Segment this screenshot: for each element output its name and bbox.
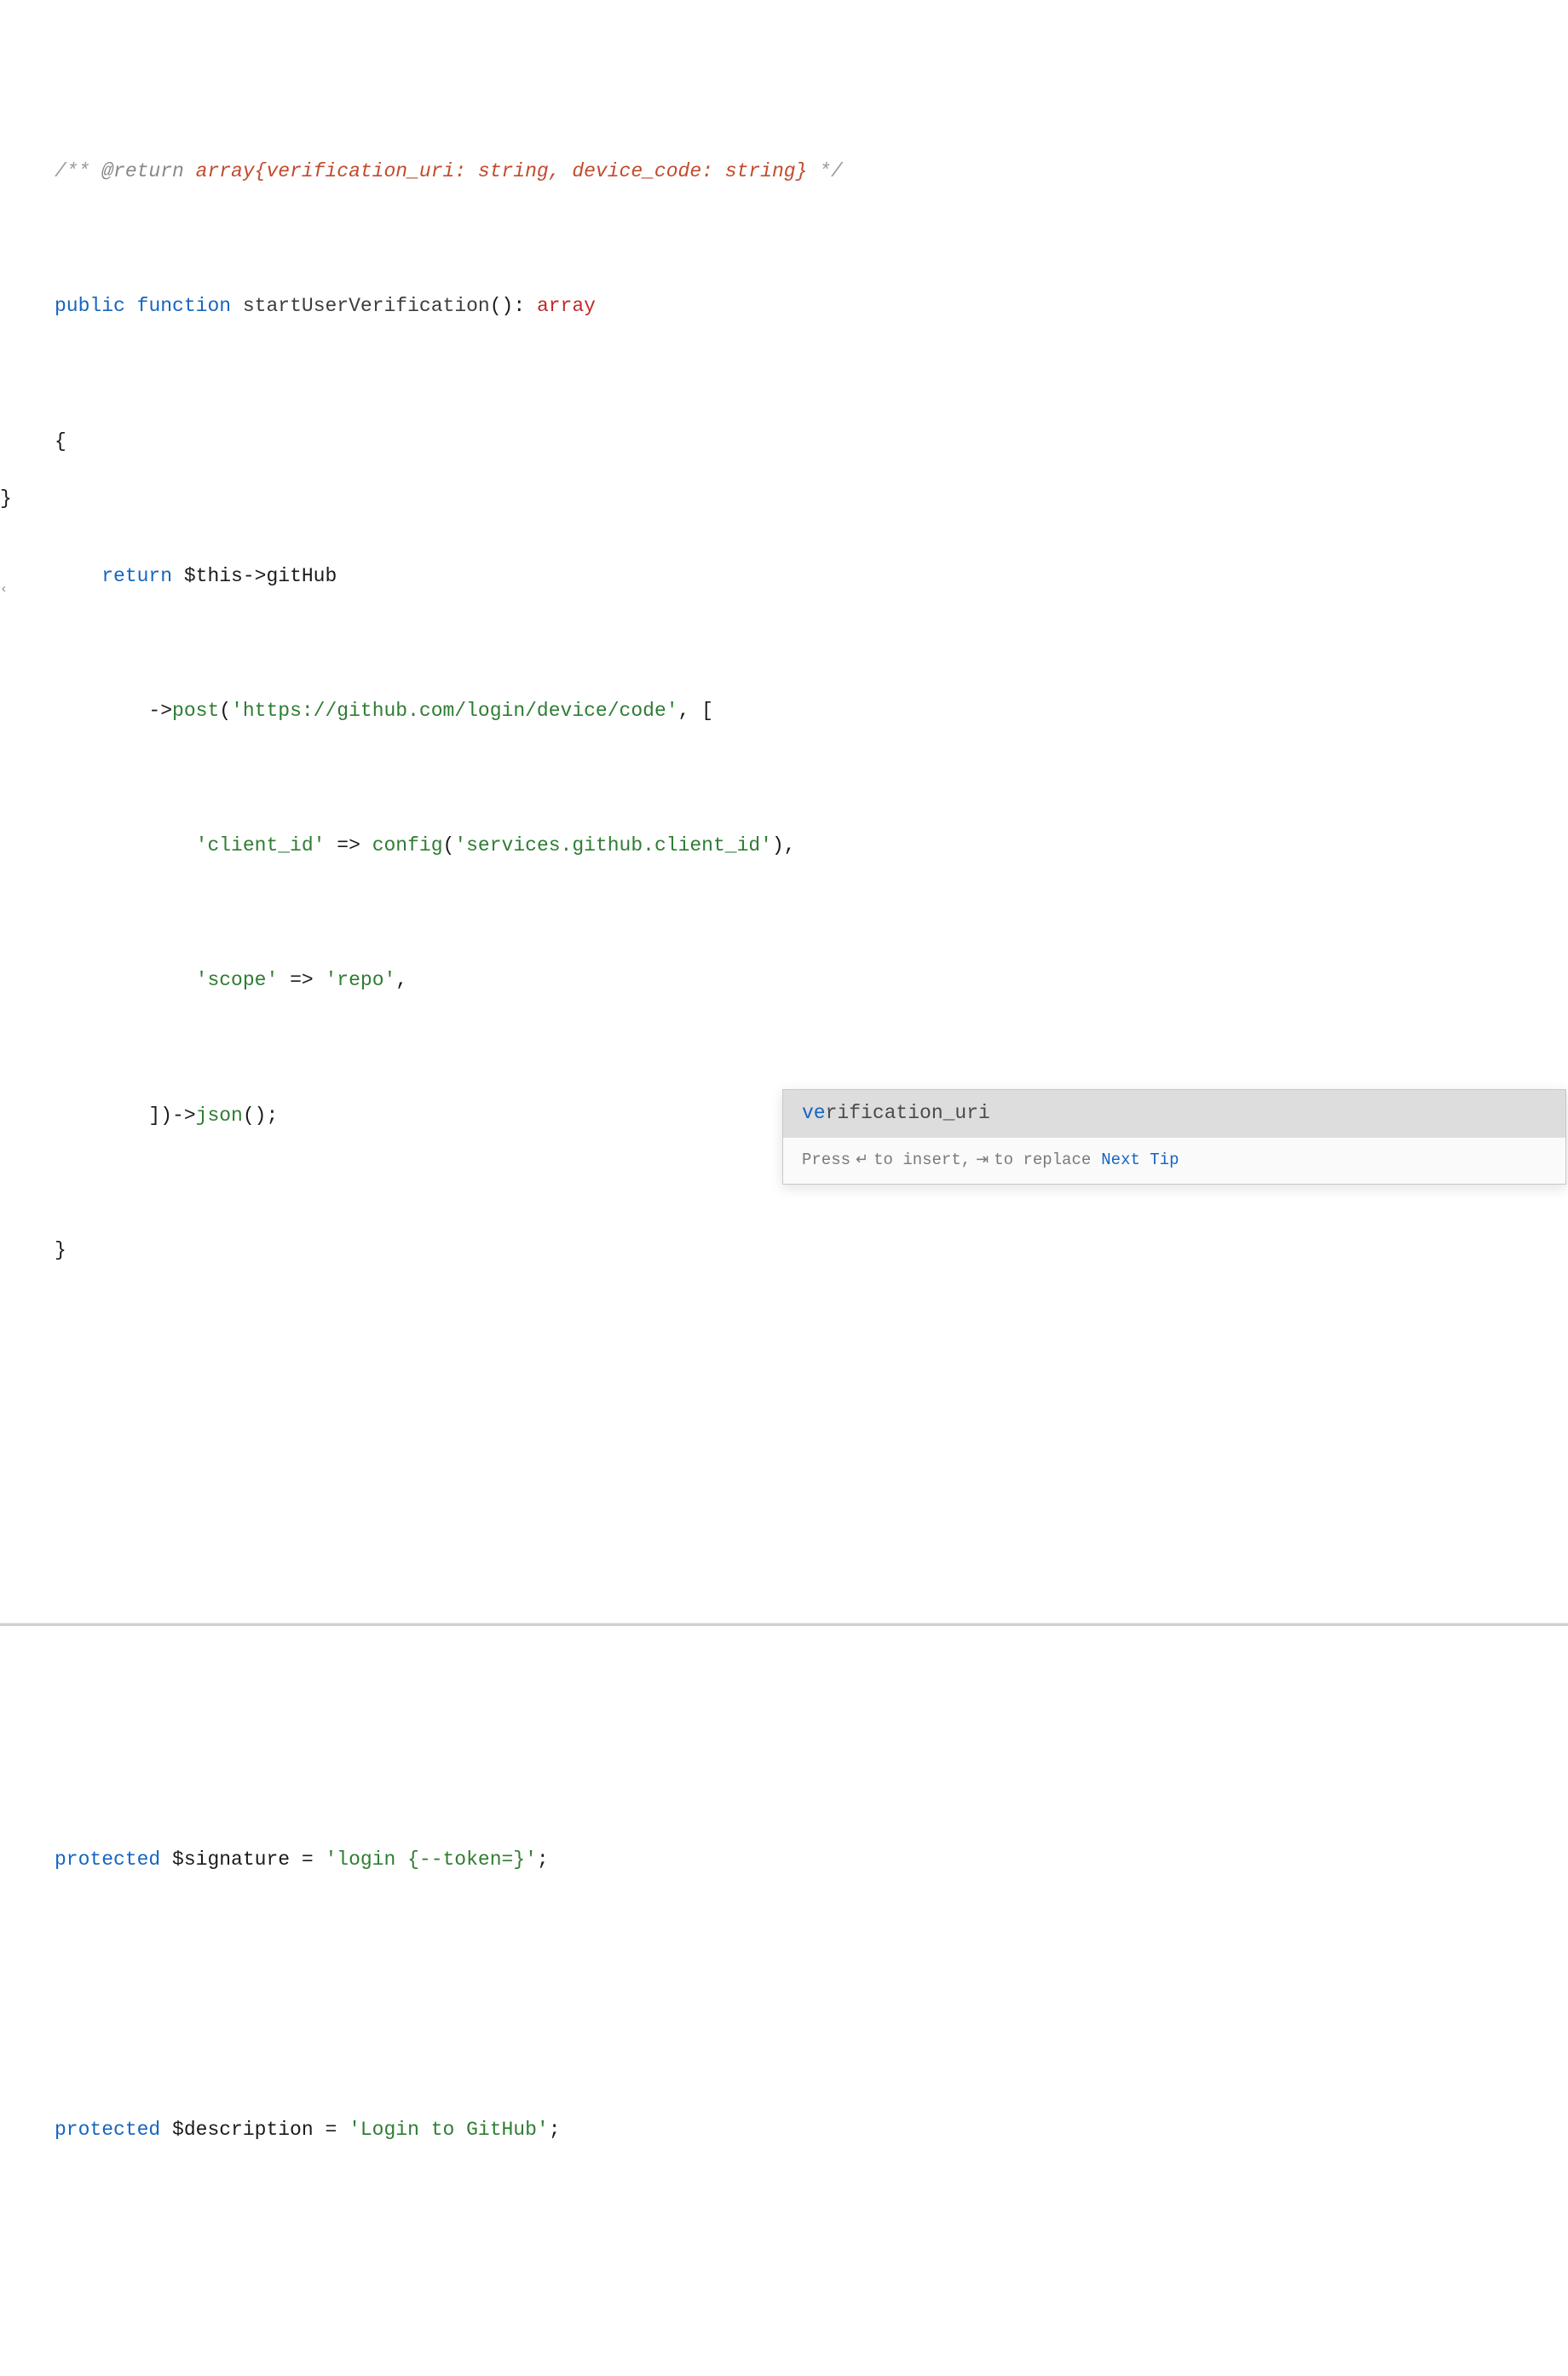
after: , [ [678, 700, 713, 722]
method-call: json [196, 1104, 243, 1127]
string-literal: 'repo' [325, 969, 395, 991]
var: $description = [160, 2119, 349, 2141]
paren: ( [443, 834, 455, 856]
code-line[interactable]: 'scope' => 'repo', [0, 964, 1568, 998]
keyword-protected: protected [55, 1848, 160, 1871]
hint-text: to replace [994, 1146, 1091, 1174]
code-line[interactable]: return $this->gitHub [0, 560, 1568, 594]
array-key: 'scope' [196, 969, 279, 991]
code-line[interactable]: } [0, 1234, 1568, 1268]
paren: ( [219, 700, 231, 722]
semi: ; [537, 1848, 549, 1871]
hint-text: to insert, [873, 1146, 971, 1174]
end: (); [243, 1104, 278, 1127]
return-type: array [537, 295, 596, 317]
next-tip-link[interactable]: Next Tip [1101, 1146, 1179, 1174]
autocomplete-match-prefix: ve [802, 1102, 826, 1124]
code-line[interactable]: protected $description = 'Login to GitHu… [0, 2114, 1568, 2148]
property: gitHub [266, 565, 337, 587]
class-close-brace: } [0, 482, 12, 516]
comma: , [395, 969, 407, 991]
code-line[interactable]: /** @return array{verification_uri: stri… [0, 155, 1568, 189]
arrow: => [325, 834, 372, 856]
hint-text: Press [802, 1146, 850, 1174]
array-key: 'client_id' [196, 834, 326, 856]
string-literal: 'services.github.client_id' [454, 834, 772, 856]
keyword-public: public [55, 295, 125, 317]
autocomplete-item[interactable]: verification_uri [783, 1090, 1565, 1138]
code-editor[interactable]: /** @return array{verification_uri: stri… [0, 0, 1568, 2376]
close: ])-> [148, 1104, 195, 1127]
method-call: post [172, 700, 219, 722]
autocomplete-match-rest: rification_uri [826, 1102, 990, 1124]
brace: { [55, 430, 66, 453]
keyword-return: return [101, 565, 172, 587]
code-line[interactable]: ->post('https://github.com/login/device/… [0, 695, 1568, 729]
code-line[interactable]: { [0, 425, 1568, 459]
autocomplete-popup[interactable]: verification_uri Press ↵ to insert, ⇥ to… [782, 1089, 1566, 1185]
code-line[interactable]: protected $signature = 'login {--token=}… [0, 1843, 1568, 1877]
code-line[interactable]: public function startUserVerification():… [0, 290, 1568, 324]
this-arrow: $this-> [172, 565, 266, 587]
doc-comment: /** @return array{verification_uri: stri… [55, 160, 843, 182]
code-line[interactable] [0, 1979, 1568, 2013]
code-line[interactable]: 'client_id' => config('services.github.c… [0, 829, 1568, 863]
gutter-marker: ‹ [0, 579, 8, 601]
arrow: -> [148, 700, 172, 722]
brace: } [55, 1239, 66, 1261]
colon: : [513, 295, 537, 317]
code-line[interactable] [0, 2248, 1568, 2282]
tab-key-icon: ⇥ [976, 1146, 989, 1173]
fn-call: config [372, 834, 443, 856]
keyword-protected: protected [55, 2119, 160, 2141]
string-literal: 'login {--token=}' [325, 1848, 536, 1871]
arrow: => [278, 969, 325, 991]
autocomplete-hint: Press ↵ to insert, ⇥ to replace Next Tip [783, 1138, 1565, 1185]
parens: () [490, 295, 514, 317]
enter-key-icon: ↵ [856, 1146, 868, 1173]
keyword-function: function [137, 295, 231, 317]
editor-split-divider[interactable] [0, 1623, 1568, 1626]
semi: ; [549, 2119, 561, 2141]
close: ), [772, 834, 796, 856]
string-literal: 'Login to GitHub' [349, 2119, 549, 2141]
function-name: startUserVerification [243, 295, 490, 317]
string-literal: 'https://github.com/login/device/code' [231, 700, 678, 722]
var: $signature = [160, 1848, 325, 1871]
